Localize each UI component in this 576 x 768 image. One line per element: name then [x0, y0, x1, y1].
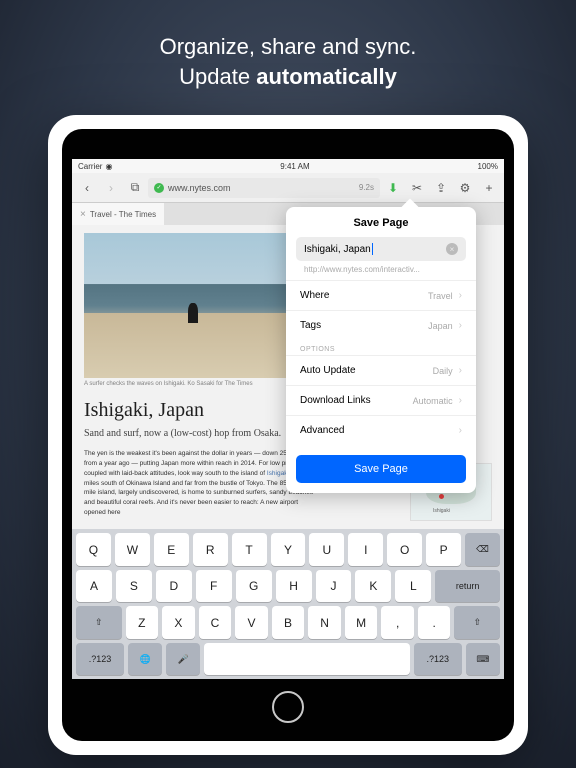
chevron-right-icon: › [459, 365, 462, 376]
save-page-popover: Save Page Ishigaki, Japan × http://www.n… [286, 207, 476, 493]
key-f[interactable]: F [196, 570, 232, 603]
status-bar: Carrier ◉ 9:41 AM 100% [72, 159, 504, 173]
return-key[interactable]: return [435, 570, 500, 603]
key-x[interactable]: X [162, 606, 195, 639]
globe-key[interactable]: 🌐 [128, 643, 162, 676]
key-g[interactable]: G [236, 570, 272, 603]
add-button[interactable]: + [478, 177, 500, 199]
article-photo [84, 233, 314, 378]
key-v[interactable]: V [235, 606, 268, 639]
key-b[interactable]: B [272, 606, 305, 639]
key-h[interactable]: H [276, 570, 312, 603]
key-u[interactable]: U [309, 533, 344, 566]
tab-label: Travel - The Times [90, 210, 156, 219]
page-name-input[interactable]: Ishigaki, Japan × [296, 237, 466, 261]
promo-text: Organize, share and sync. Update automat… [0, 0, 576, 115]
key-r[interactable]: R [193, 533, 228, 566]
share-icon[interactable]: ⇪ [430, 177, 452, 199]
ipad-frame: Carrier ◉ 9:41 AM 100% ‹ › ⧉ ✓ www.nytes… [48, 115, 528, 755]
carrier-label: Carrier [78, 162, 102, 171]
article-subtitle: Sand and surf, now a (low-cost) hop from… [84, 428, 284, 439]
status-time: 9:41 AM [280, 162, 309, 171]
tabs-button[interactable]: ⧉ [124, 177, 146, 199]
where-row[interactable]: Where Travel › [286, 280, 476, 310]
settings-icon[interactable]: ⚙ [454, 177, 476, 199]
chevron-right-icon: › [459, 290, 462, 301]
save-page-button[interactable]: Save Page [296, 455, 466, 483]
numbers-key-right[interactable]: .?123 [414, 643, 462, 676]
tab-active[interactable]: × Travel - The Times [72, 203, 164, 225]
article-body: The yen is the weakest it's been against… [84, 449, 314, 517]
key-j[interactable]: J [316, 570, 352, 603]
wifi-icon: ◉ [105, 162, 112, 171]
popover-title: Save Page [286, 207, 476, 237]
tags-row[interactable]: Tags Japan › [286, 310, 476, 340]
save-page-icon[interactable]: ⬇ [382, 177, 404, 199]
key-n[interactable]: N [308, 606, 341, 639]
chevron-right-icon: › [459, 320, 462, 331]
key-s[interactable]: S [116, 570, 152, 603]
key-z[interactable]: Z [126, 606, 159, 639]
numbers-key[interactable]: .?123 [76, 643, 124, 676]
auto-update-row[interactable]: Auto Update Daily › [286, 355, 476, 385]
key-p[interactable]: P [426, 533, 461, 566]
url-load-time: 9.2s [359, 183, 374, 192]
key-q[interactable]: Q [76, 533, 111, 566]
shift-key-right[interactable]: ⇧ [454, 606, 500, 639]
battery-label: 100% [478, 162, 498, 171]
shift-key[interactable]: ⇧ [76, 606, 122, 639]
forward-button[interactable]: › [100, 177, 122, 199]
map-marker-icon [439, 494, 444, 499]
key-c[interactable]: C [199, 606, 232, 639]
key-a[interactable]: A [76, 570, 112, 603]
key-t[interactable]: T [232, 533, 267, 566]
key-l[interactable]: L [395, 570, 431, 603]
page-url-label: http://www.nytes.com/interactiv... [296, 265, 466, 274]
browser-toolbar: ‹ › ⧉ ✓ www.nytes.com 9.2s ⬇ ✂ ⇪ ⚙ + [72, 173, 504, 203]
mic-key[interactable]: 🎤 [166, 643, 200, 676]
key-y[interactable]: Y [271, 533, 306, 566]
key-w[interactable]: W [115, 533, 150, 566]
advanced-row[interactable]: Advanced › [286, 415, 476, 445]
chevron-right-icon: › [459, 425, 462, 436]
tools-icon[interactable]: ✂ [406, 177, 428, 199]
url-bar[interactable]: ✓ www.nytes.com 9.2s [148, 178, 380, 198]
key-e[interactable]: E [154, 533, 189, 566]
chevron-right-icon: › [459, 395, 462, 406]
home-button[interactable] [272, 691, 304, 723]
options-section-label: OPTIONS [286, 340, 476, 355]
key-o[interactable]: O [387, 533, 422, 566]
map-label: Ishigaki [433, 508, 450, 514]
key-k[interactable]: K [355, 570, 391, 603]
key-comma[interactable]: , [381, 606, 414, 639]
back-button[interactable]: ‹ [76, 177, 98, 199]
close-tab-icon[interactable]: × [80, 209, 86, 220]
clear-input-icon[interactable]: × [446, 243, 458, 255]
url-text: www.nytes.com [168, 183, 231, 193]
key-m[interactable]: M [345, 606, 378, 639]
key-d[interactable]: D [156, 570, 192, 603]
key-period[interactable]: . [418, 606, 451, 639]
backspace-key[interactable]: ⌫ [465, 533, 500, 566]
hide-keyboard-key[interactable]: ⌨ [466, 643, 500, 676]
download-links-row[interactable]: Download Links Automatic › [286, 385, 476, 415]
space-key[interactable] [204, 643, 409, 676]
lock-icon: ✓ [154, 183, 164, 193]
key-i[interactable]: I [348, 533, 383, 566]
keyboard: Q W E R T Y U I O P ⌫ A S D F G H J K L … [72, 529, 504, 679]
